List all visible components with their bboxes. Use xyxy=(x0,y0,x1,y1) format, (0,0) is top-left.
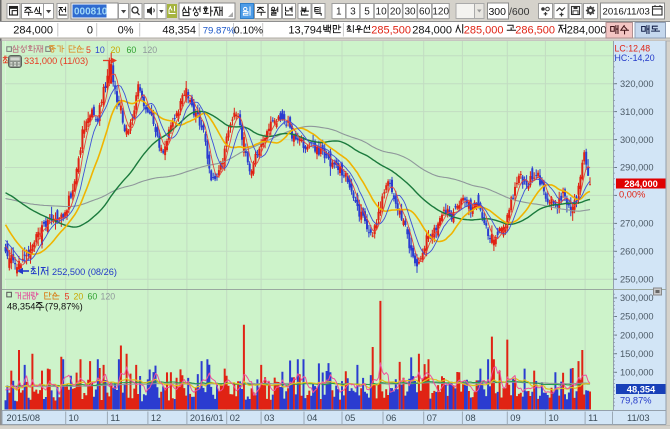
svg-text:284,000: 284,000 xyxy=(624,179,658,189)
svg-text:270,000: 270,000 xyxy=(620,219,654,229)
svg-text:284,000: 284,000 xyxy=(567,25,607,37)
svg-text:250,000: 250,000 xyxy=(620,312,654,322)
svg-text:2016/01: 2016/01 xyxy=(190,413,224,423)
svg-text:250,000: 250,000 xyxy=(620,274,654,284)
svg-text:79,87%: 79,87% xyxy=(620,396,652,406)
svg-text:07: 07 xyxy=(427,413,437,423)
svg-text:285,000: 285,000 xyxy=(464,25,504,37)
svg-text:20: 20 xyxy=(111,45,121,55)
svg-text:331,000 (11/03): 331,000 (11/03) xyxy=(24,56,88,66)
svg-text:30: 30 xyxy=(404,7,416,18)
svg-text:0.10%: 0.10% xyxy=(234,26,263,37)
svg-text:286,500: 286,500 xyxy=(515,25,555,37)
svg-text:300,000: 300,000 xyxy=(620,135,654,145)
svg-text:04: 04 xyxy=(307,413,317,423)
svg-text:10: 10 xyxy=(548,413,558,423)
svg-text:48,354: 48,354 xyxy=(627,384,656,394)
svg-text:300: 300 xyxy=(488,6,506,18)
svg-text:20: 20 xyxy=(390,7,402,18)
svg-text:60: 60 xyxy=(127,45,137,55)
svg-text:2015/08: 2015/08 xyxy=(7,413,41,423)
svg-text:11: 11 xyxy=(588,413,598,423)
svg-text:03: 03 xyxy=(264,413,274,423)
svg-text:320,000: 320,000 xyxy=(620,79,654,89)
svg-text:05: 05 xyxy=(345,413,355,423)
svg-text:5: 5 xyxy=(86,45,91,55)
svg-text:1: 1 xyxy=(336,7,342,18)
svg-text:10: 10 xyxy=(376,7,388,18)
svg-text:60: 60 xyxy=(419,7,431,18)
svg-text:11: 11 xyxy=(110,413,120,423)
svg-text:100,000: 100,000 xyxy=(620,368,654,378)
svg-text:000810: 000810 xyxy=(74,7,108,18)
svg-text:02: 02 xyxy=(230,413,240,423)
svg-text:285,500: 285,500 xyxy=(371,25,411,37)
svg-text:120: 120 xyxy=(143,45,158,55)
svg-text:60: 60 xyxy=(88,292,98,302)
svg-text:08: 08 xyxy=(465,413,475,423)
svg-text:06: 06 xyxy=(386,413,396,423)
svg-text:260,000: 260,000 xyxy=(620,247,654,257)
svg-text:150,000: 150,000 xyxy=(620,349,654,359)
svg-text:120: 120 xyxy=(432,7,449,18)
svg-text:5: 5 xyxy=(65,292,70,302)
svg-text:252,500 (08/26): 252,500 (08/26) xyxy=(52,267,117,277)
svg-text:284,000: 284,000 xyxy=(13,25,53,37)
svg-text:10: 10 xyxy=(69,413,79,423)
svg-text:5: 5 xyxy=(364,7,370,18)
svg-text:09: 09 xyxy=(510,413,520,423)
svg-text:284,000: 284,000 xyxy=(412,25,452,37)
svg-text:13,794: 13,794 xyxy=(288,25,322,37)
svg-text:11/03: 11/03 xyxy=(627,413,650,423)
svg-text:300,000: 300,000 xyxy=(620,293,654,303)
svg-text:48,354: 48,354 xyxy=(7,302,35,312)
svg-text:2016/11/03: 2016/11/03 xyxy=(603,7,650,18)
svg-text:0%: 0% xyxy=(118,25,134,37)
svg-text:200,000: 200,000 xyxy=(620,330,654,340)
svg-text:LC:12,48: LC:12,48 xyxy=(615,44,651,54)
svg-text:120: 120 xyxy=(101,292,116,302)
svg-text:12: 12 xyxy=(151,413,161,423)
svg-text:/600: /600 xyxy=(509,6,530,18)
svg-text:79.87%: 79.87% xyxy=(203,26,236,37)
svg-text:48,354: 48,354 xyxy=(162,25,196,37)
svg-text:HC:-14,20: HC:-14,20 xyxy=(615,53,655,63)
svg-text:290,000: 290,000 xyxy=(620,163,654,173)
svg-text:20: 20 xyxy=(74,292,84,302)
svg-text:310,000: 310,000 xyxy=(620,107,654,117)
svg-text:0,00%: 0,00% xyxy=(619,190,645,200)
svg-text:0: 0 xyxy=(87,25,93,37)
svg-text:3: 3 xyxy=(350,7,356,18)
svg-text:10: 10 xyxy=(95,45,105,55)
svg-text:(79,87%): (79,87%) xyxy=(45,302,83,312)
